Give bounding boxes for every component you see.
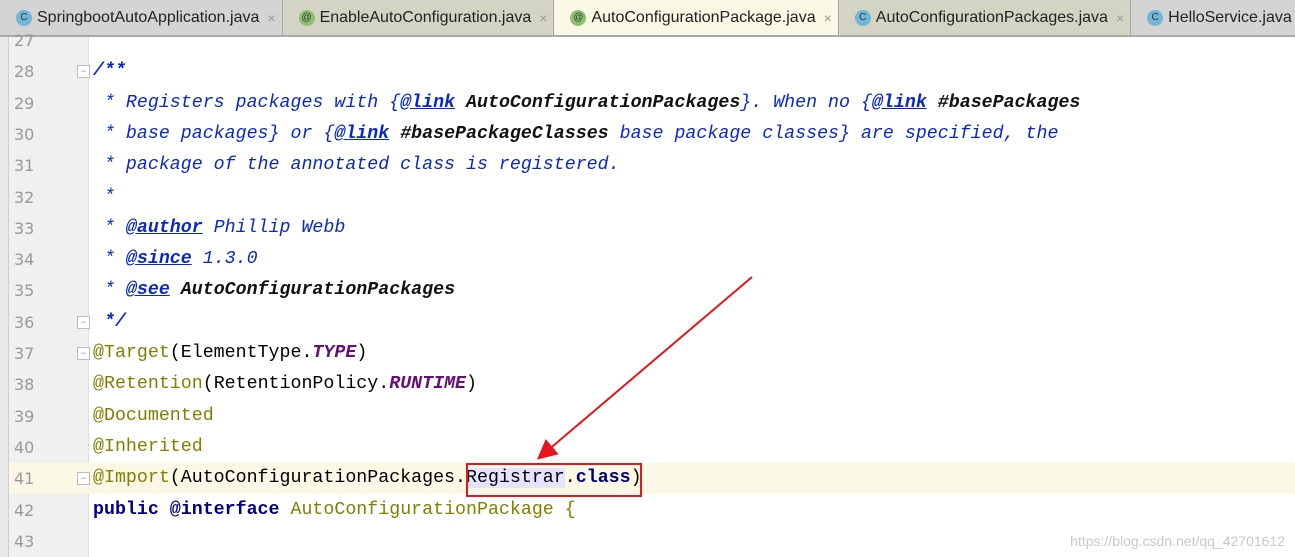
annotation-arrow bbox=[536, 276, 753, 460]
watermark: https://blog.csdn.net/qq_42701612 bbox=[1070, 533, 1285, 549]
